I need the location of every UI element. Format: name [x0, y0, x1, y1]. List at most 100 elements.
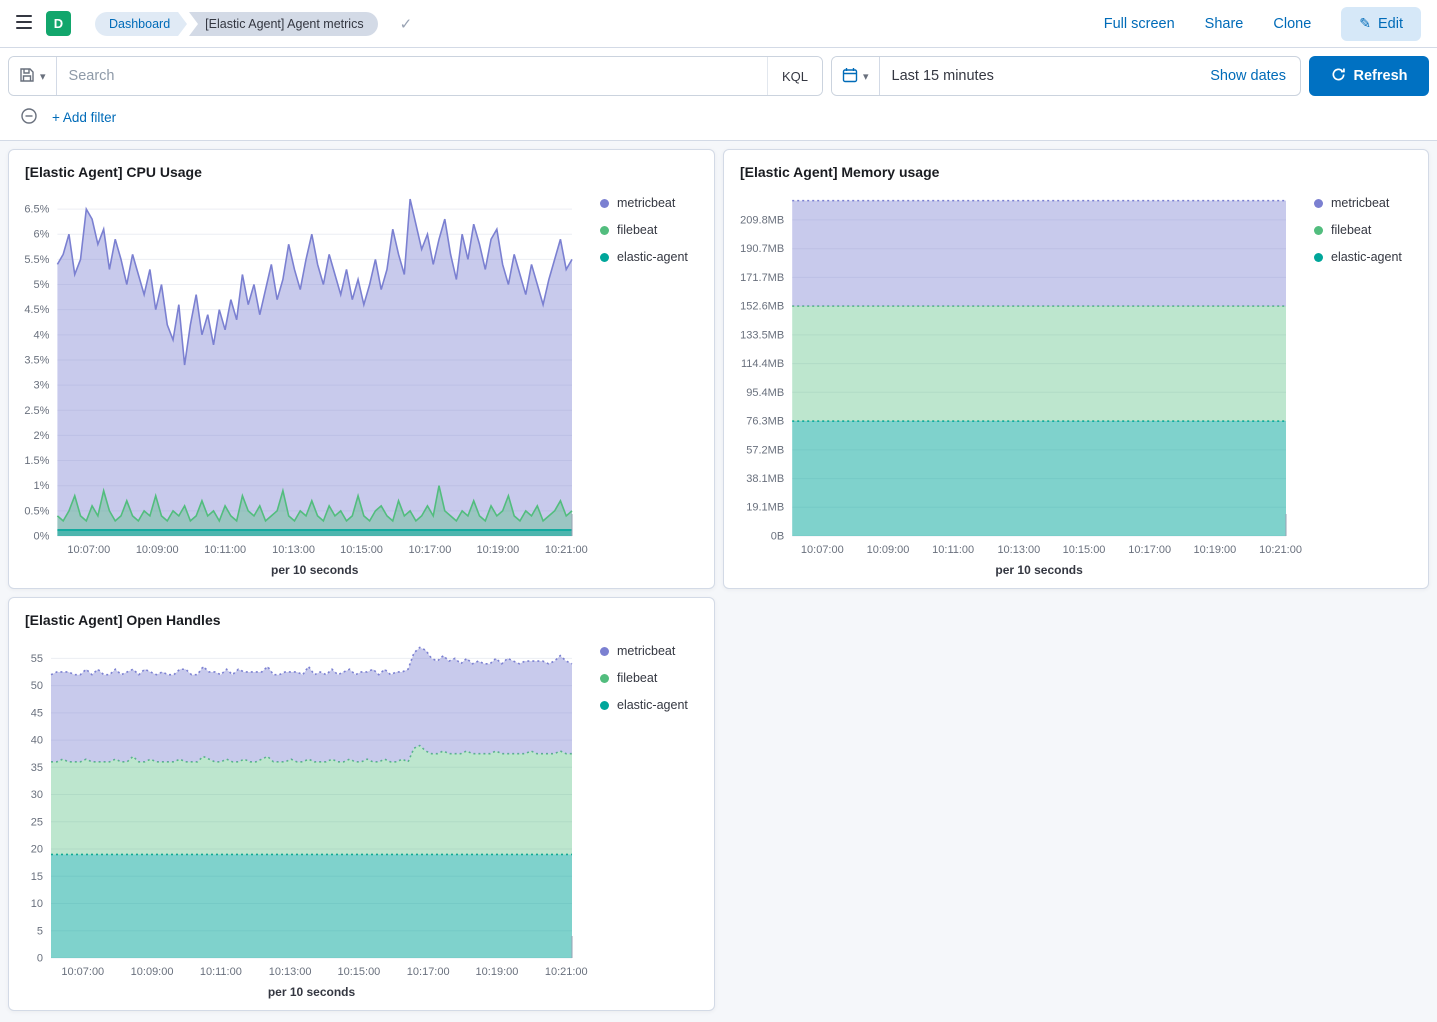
svg-text:133.5MB: 133.5MB — [740, 329, 784, 341]
add-filter-button[interactable]: + Add filter — [52, 110, 116, 125]
legend-dot — [600, 701, 609, 710]
svg-text:10:09:00: 10:09:00 — [867, 544, 910, 556]
svg-text:57.2MB: 57.2MB — [746, 444, 784, 456]
svg-text:190.7MB: 190.7MB — [740, 243, 784, 255]
kql-button[interactable]: KQL — [767, 57, 822, 95]
space-avatar[interactable]: D — [46, 11, 71, 36]
svg-text:3%: 3% — [33, 380, 49, 392]
svg-text:10:19:00: 10:19:00 — [476, 966, 519, 978]
search-input[interactable] — [57, 68, 767, 84]
legend-label: filebeat — [1331, 223, 1371, 237]
panel-title: [Elastic Agent] Open Handles — [25, 612, 698, 628]
cpu-usage-svg: 0%0.5%1%1.5%2%2.5%3%3.5%4%4.5%5%5.5%6%6.… — [17, 188, 578, 580]
svg-text:10:15:00: 10:15:00 — [340, 544, 383, 556]
svg-text:5: 5 — [37, 925, 43, 937]
svg-text:0.5%: 0.5% — [24, 505, 49, 517]
chart-legend: metricbeat filebeat elastic-agent — [578, 196, 706, 580]
query-toolbar: ▾ KQL ▾ Last 15 minutes Show dates Refre… — [0, 48, 1437, 141]
share-button[interactable]: Share — [1205, 16, 1244, 32]
saved-query-button[interactable]: ▾ — [9, 57, 57, 95]
legend-item-metricbeat[interactable]: metricbeat — [600, 644, 706, 658]
svg-text:0: 0 — [37, 953, 43, 965]
breadcrumb-current-dashboard[interactable]: [Elastic Agent] Agent metrics — [189, 12, 377, 36]
svg-text:4.5%: 4.5% — [24, 304, 49, 316]
svg-text:45: 45 — [31, 707, 43, 719]
legend-dot — [1314, 226, 1323, 235]
refresh-button-label: Refresh — [1354, 68, 1408, 84]
chevron-down-icon: ▾ — [863, 70, 869, 83]
breadcrumb: Dashboard [Elastic Agent] Agent metrics — [95, 12, 378, 36]
legend-item-metricbeat[interactable]: metricbeat — [600, 196, 706, 210]
legend-item-elastic-agent[interactable]: elastic-agent — [1314, 250, 1420, 264]
svg-text:40: 40 — [31, 735, 43, 747]
svg-text:10: 10 — [31, 898, 43, 910]
time-range-value[interactable]: Last 15 minutes — [880, 68, 1197, 84]
svg-text:6.5%: 6.5% — [24, 204, 49, 216]
memory-usage-chart[interactable]: 0B19.1MB38.1MB57.2MB76.3MB95.4MB114.4MB1… — [732, 188, 1292, 580]
legend-item-filebeat[interactable]: filebeat — [600, 223, 706, 237]
legend-dot — [1314, 253, 1323, 262]
legend-dot — [600, 253, 609, 262]
svg-text:2.5%: 2.5% — [24, 405, 49, 417]
circle-minus-icon — [20, 107, 38, 128]
svg-text:5.5%: 5.5% — [24, 254, 49, 266]
legend-item-elastic-agent[interactable]: elastic-agent — [600, 250, 706, 264]
edit-button-label: Edit — [1378, 16, 1403, 32]
date-picker: ▾ Last 15 minutes Show dates — [831, 56, 1301, 96]
svg-text:10:11:00: 10:11:00 — [932, 544, 974, 556]
hamburger-icon — [16, 15, 32, 32]
legend-item-filebeat[interactable]: filebeat — [600, 671, 706, 685]
legend-dot — [600, 674, 609, 683]
legend-item-filebeat[interactable]: filebeat — [1314, 223, 1420, 237]
panel-title: [Elastic Agent] CPU Usage — [25, 164, 698, 180]
svg-text:10:07:00: 10:07:00 — [67, 544, 110, 556]
svg-text:10:07:00: 10:07:00 — [801, 544, 844, 556]
saved-check-icon: ✓ — [400, 15, 413, 33]
breadcrumb-dashboard[interactable]: Dashboard — [95, 12, 178, 36]
legend-label: elastic-agent — [617, 698, 688, 712]
cpu-usage-chart[interactable]: 0%0.5%1%1.5%2%2.5%3%3.5%4%4.5%5%5.5%6%6.… — [17, 188, 578, 580]
svg-text:per 10 seconds: per 10 seconds — [271, 563, 359, 577]
svg-text:10:17:00: 10:17:00 — [407, 966, 450, 978]
svg-text:4%: 4% — [33, 329, 49, 341]
memory-usage-svg: 0B19.1MB38.1MB57.2MB76.3MB95.4MB114.4MB1… — [732, 188, 1292, 580]
svg-text:209.8MB: 209.8MB — [740, 214, 784, 226]
svg-text:2%: 2% — [33, 430, 49, 442]
svg-text:171.7MB: 171.7MB — [740, 272, 784, 284]
svg-text:per 10 seconds: per 10 seconds — [268, 985, 356, 999]
full-screen-button[interactable]: Full screen — [1104, 16, 1175, 32]
filter-bar: + Add filter — [8, 96, 1429, 140]
date-picker-button[interactable]: ▾ — [832, 57, 880, 95]
legend-dot — [1314, 199, 1323, 208]
legend-item-metricbeat[interactable]: metricbeat — [1314, 196, 1420, 210]
edit-button[interactable]: ✎ Edit — [1341, 7, 1421, 41]
svg-text:19.1MB: 19.1MB — [746, 502, 784, 514]
legend-label: filebeat — [617, 671, 657, 685]
menu-button[interactable] — [12, 11, 36, 36]
svg-text:1%: 1% — [33, 480, 49, 492]
query-bar: ▾ KQL — [8, 56, 823, 96]
panel-title: [Elastic Agent] Memory usage — [740, 164, 1412, 180]
svg-text:76.3MB: 76.3MB — [746, 416, 784, 428]
show-dates-button[interactable]: Show dates — [1196, 68, 1300, 84]
svg-text:10:11:00: 10:11:00 — [200, 966, 242, 978]
app-header: D Dashboard [Elastic Agent] Agent metric… — [0, 0, 1437, 48]
clone-button[interactable]: Clone — [1273, 16, 1311, 32]
svg-text:0%: 0% — [33, 531, 49, 543]
svg-text:10:19:00: 10:19:00 — [1193, 544, 1236, 556]
svg-text:10:19:00: 10:19:00 — [476, 544, 519, 556]
legend-item-elastic-agent[interactable]: elastic-agent — [600, 698, 706, 712]
svg-text:55: 55 — [31, 653, 43, 665]
legend-dot — [600, 199, 609, 208]
svg-text:10:13:00: 10:13:00 — [997, 544, 1040, 556]
open-handles-chart[interactable]: 051015202530354045505510:07:0010:09:0010… — [17, 636, 578, 1002]
chart-legend: metricbeat filebeat elastic-agent — [1292, 196, 1420, 580]
svg-text:20: 20 — [31, 844, 43, 856]
svg-text:10:21:00: 10:21:00 — [545, 966, 588, 978]
filter-options-button[interactable] — [20, 107, 38, 128]
refresh-button[interactable]: Refresh — [1309, 56, 1429, 96]
svg-text:10:15:00: 10:15:00 — [1063, 544, 1106, 556]
legend-label: metricbeat — [617, 196, 675, 210]
svg-text:10:21:00: 10:21:00 — [1259, 544, 1302, 556]
svg-text:50: 50 — [31, 680, 43, 692]
